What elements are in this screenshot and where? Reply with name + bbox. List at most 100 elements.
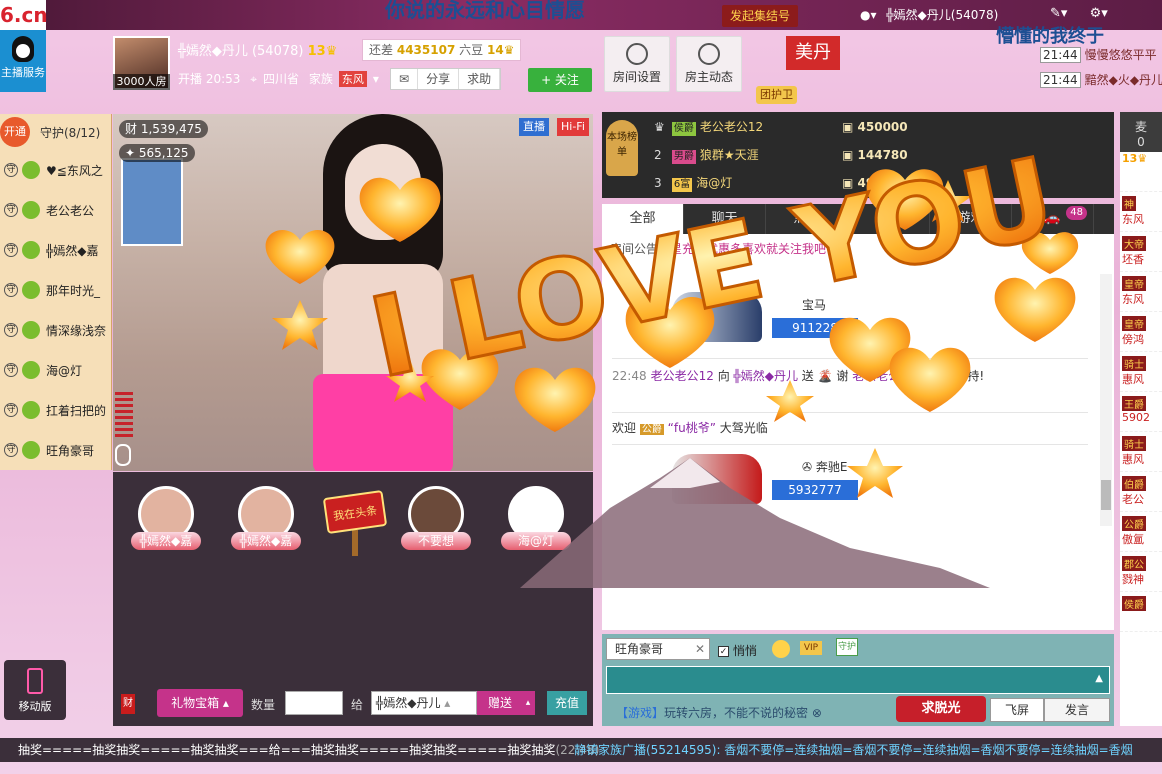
audience-item[interactable]: 公爵 傲氲 [1120,512,1162,552]
edit-icon[interactable]: ✎▾ [1050,6,1067,21]
notice-link[interactable]: 星充值优惠多 [670,242,742,256]
share-button[interactable]: 分享 [418,69,460,89]
tab-songs[interactable]: 点歌 [766,204,848,234]
recipient-field[interactable]: 旺角豪哥 ✕ [606,638,710,660]
help-button[interactable]: 求助 [459,69,501,89]
guard-badge-icon: 守 [4,283,18,297]
ranking-tag[interactable]: 本场榜单 [606,120,638,176]
message-user[interactable]: 老公老公12 [651,369,714,383]
clear-recipient-icon[interactable]: ✕ [695,639,705,659]
audience-name: 东风 [1122,213,1144,226]
audience-badge: 伯爵 [1122,476,1146,491]
family-tag[interactable]: 东风 [338,71,367,87]
guard-item[interactable]: 守 情深缘浅奈 [0,310,111,350]
seat[interactable]: ╬嫣然◆嘉 [131,486,201,550]
qiu-tuoguang-button[interactable]: 求脱光 [896,696,986,722]
emoji-icon[interactable] [772,640,790,658]
gift-box-button[interactable]: 礼物宝箱 ▴ [157,689,243,717]
ranking-row[interactable]: 2 男爵 狼群★天涯 ▣ 144780 [654,142,1104,168]
audience-item[interactable]: 骑士 惠风 [1120,432,1162,472]
mobile-version-button[interactable]: 移动版 [4,660,66,720]
guard-item[interactable]: 守 海@灯 [0,350,111,390]
tab-cars[interactable]: 🚗 48 [1012,204,1094,234]
audience-item[interactable]: 皇帝 东风 [1120,272,1162,312]
join-rally-button[interactable]: 发起集结号 [722,5,799,27]
tab-chat[interactable]: 聊天 [684,204,766,234]
meidan-badge[interactable]: 美丹 [786,36,840,70]
current-user-name[interactable]: ╬嫣然◆丹儿(54078) [886,8,998,22]
chat-scrollbar[interactable] [1100,274,1112,526]
chevron-up-icon[interactable]: ▲ [1095,673,1103,684]
guard-team-badge[interactable]: 团护卫 [756,86,797,104]
next-level: 14 [486,43,504,57]
audience-item[interactable]: 13♛ [1120,152,1162,192]
quantity-input[interactable] [285,691,343,715]
tab-gifts[interactable]: 礼物 [848,204,930,234]
site-logo[interactable]: 6.cn [0,0,48,30]
message-thanks-user[interactable]: 老公老公12 [852,369,915,383]
open-guard-button[interactable]: 开通 [0,117,30,147]
close-icon[interactable]: ⊗ [812,706,822,720]
guard-icon[interactable]: 守护 [836,638,858,656]
scroll-thumb[interactable] [1101,480,1111,510]
streamer-face [345,144,421,240]
hint-text: 玩转六房，不能不说的秘密 [664,706,809,720]
mail-icon[interactable]: ✉ [391,69,419,89]
divider [612,358,1088,359]
rank-score: ▣ 144780 [842,142,908,168]
audience-name: 惠风 [1122,453,1144,466]
recharge-button[interactable]: 充值 [547,691,587,715]
user-area[interactable]: ●▾ ╬嫣然◆丹儿(54078) [860,6,1004,23]
vip-icon[interactable]: VIP [800,641,822,655]
seat[interactable]: 不要想 [401,486,471,550]
audience-item[interactable]: 伯爵 老公 [1120,472,1162,512]
audience-item[interactable]: 骑士 惠风 [1120,352,1162,392]
send-options-icon[interactable]: ▴ [521,691,535,715]
room-settings-button[interactable]: 房间设置 [604,36,670,92]
ranking-row[interactable]: 3 6富 海@灯 ▣ 49 [654,170,1104,196]
gear-icon[interactable]: ⚙▾ [1090,6,1108,21]
seat[interactable]: ╬嫣然◆嘉 [231,486,301,550]
audience-item[interactable]: 郡公 戮神 [1120,552,1162,592]
follow-button[interactable]: + 关注 [528,68,592,92]
guard-item[interactable]: 守 ╬嫣然◆嘉 [0,230,111,270]
fly-screen-button[interactable]: 飞屏 [990,698,1044,722]
hifi-badge[interactable]: Hi-Fi [557,118,589,136]
guard-item[interactable]: 守 老公老公 [0,190,111,230]
audience-item[interactable]: 神东风 [1120,192,1162,232]
logo-text: 6.cn [0,3,48,27]
anchor-service-button[interactable]: 主播服务 [0,30,46,92]
send-message-button[interactable]: 发言 [1044,698,1110,722]
audience-item[interactable]: 王爵 5902 [1120,392,1162,432]
live-video[interactable]: 直播 Hi-Fi 财 1,539,475 ✦ 565,125 [113,114,593,471]
message-action: 送 [797,369,814,383]
whisper-checkbox[interactable]: ✓ 悄悄 [718,642,757,659]
family-dropdown-icon[interactable]: ▾ [373,72,379,86]
avatar [22,441,40,459]
send-gift-button[interactable]: 赠送 [477,691,523,715]
crown-icon: ♛ [1137,152,1148,165]
ranking-row[interactable]: ♛ 侯爵 老公老公12 ▣ 450000 [654,114,1104,140]
guard-item[interactable]: 守 旺角豪哥 [0,430,111,470]
welcome-user[interactable]: “fu桃爷” [668,421,716,435]
message-target[interactable]: ╬嫣然◆丹儿 [734,369,798,383]
user-status-icon[interactable]: ●▾ [860,8,877,22]
audience-item[interactable]: 皇帝 傍鸿 [1120,312,1162,352]
audience-item[interactable]: 大帝 坯香 [1120,232,1162,272]
chat-input[interactable]: ▲ [606,666,1110,694]
game-hint[interactable]: 【游戏】玩转六房，不能不说的秘密 ⊗ [616,704,822,721]
guard-item[interactable]: 守 ♥≦东风之 [0,150,111,190]
audience-name: 坯香 [1122,253,1144,266]
tab-games[interactable]: 游戏 [930,204,1012,234]
streamer-body [323,264,443,384]
owner-feed-button[interactable]: 房主动态 [676,36,742,92]
gift-target-select[interactable]: ╬嫣然◆丹儿 ▴ [371,691,477,715]
tab-all[interactable]: 全部 [602,204,684,234]
guard-item[interactable]: 守 那年时光_ [0,270,111,310]
audience-header[interactable]: 麦0 [1120,112,1162,152]
microphone-icon[interactable] [115,444,131,466]
audience-badge: 皇帝 [1122,316,1146,331]
audience-item[interactable]: 侯爵 [1120,592,1162,632]
guard-item[interactable]: 守 扛着扫把的 [0,390,111,430]
headline-sign[interactable]: 我在头条 [322,489,388,556]
